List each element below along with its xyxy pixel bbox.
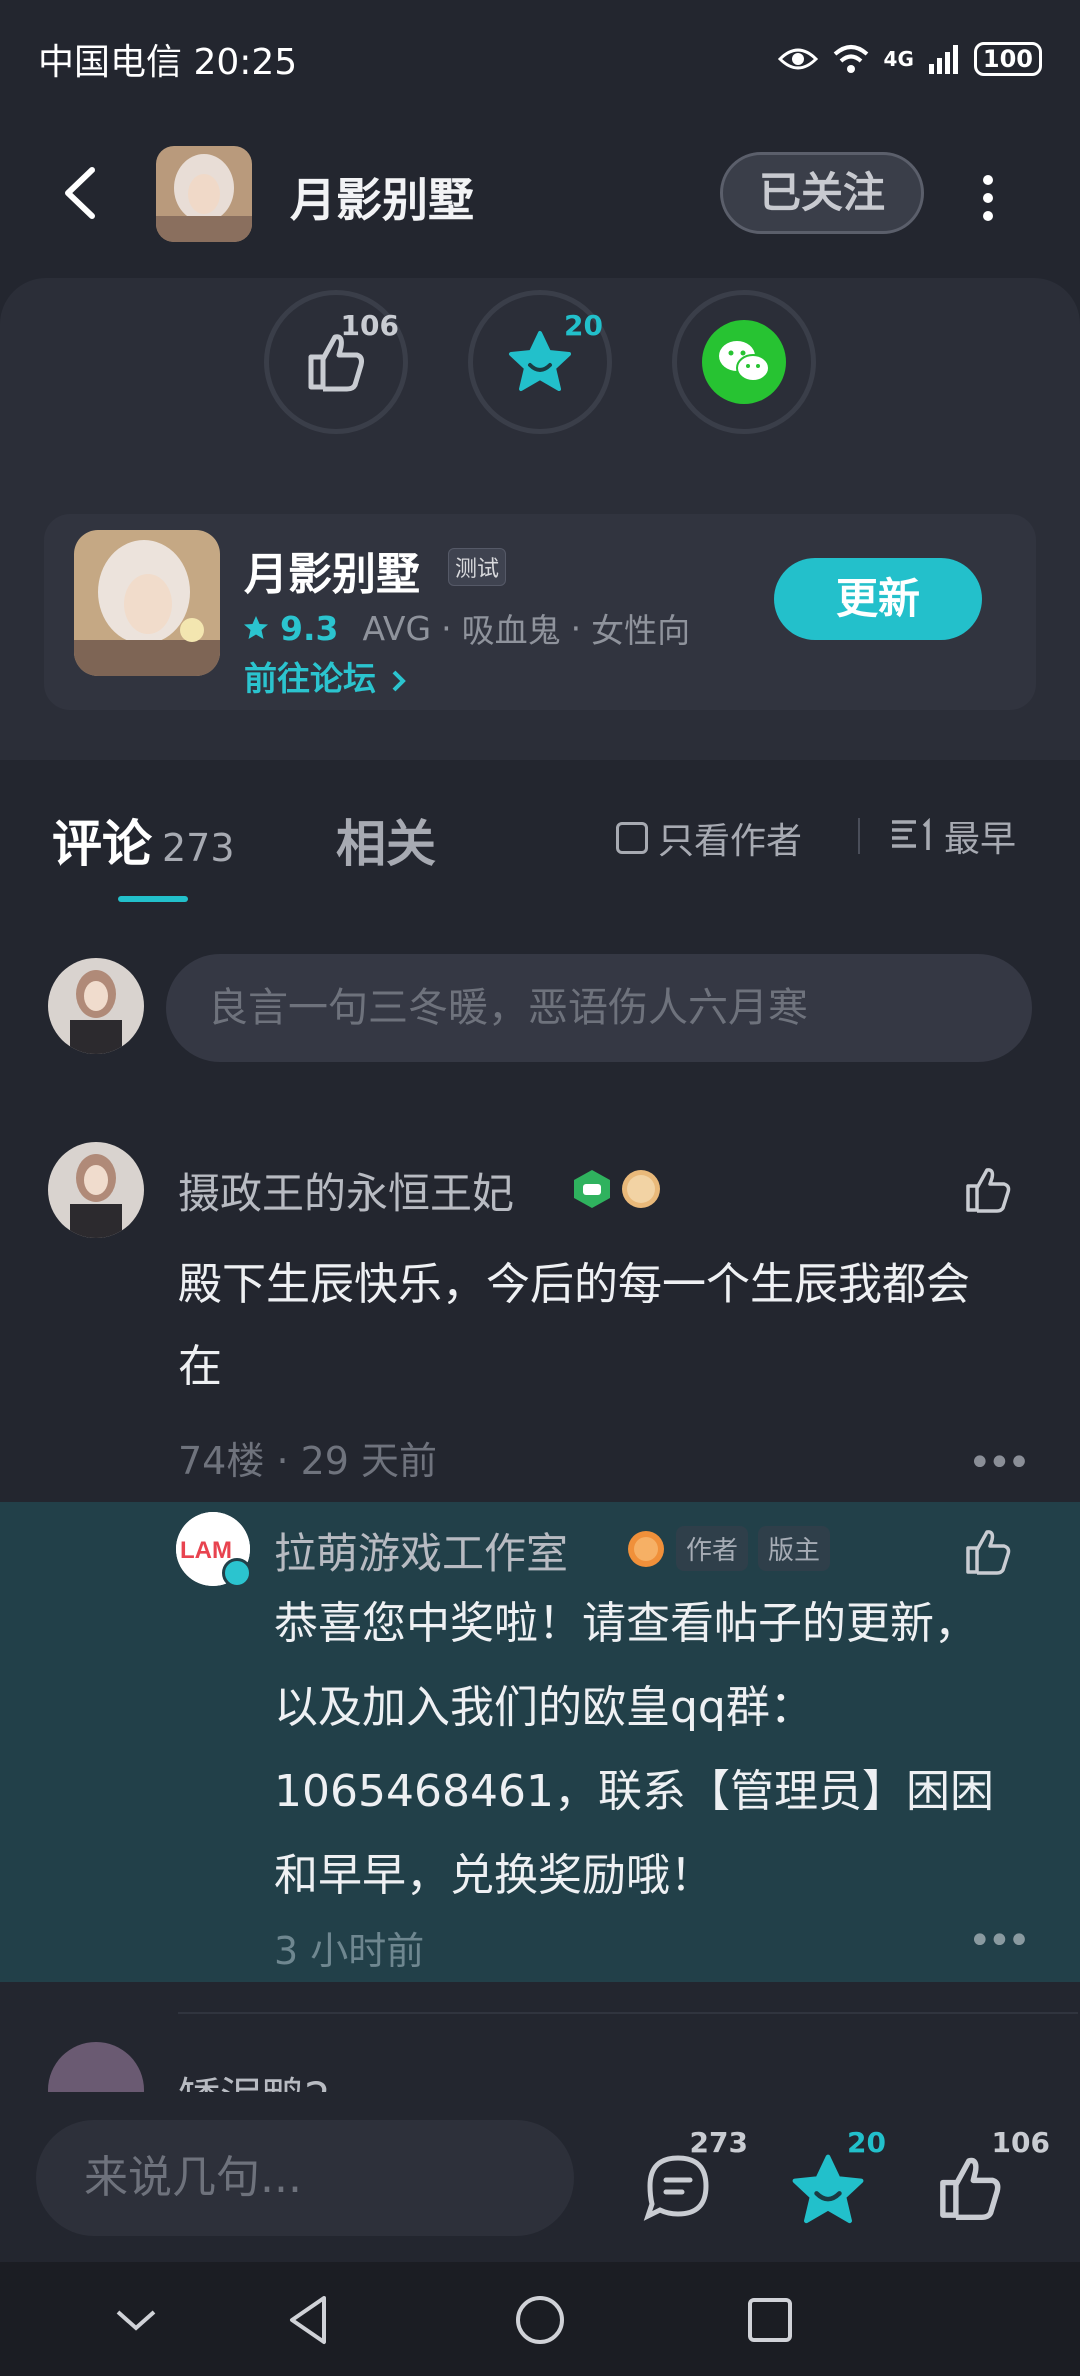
- reply-item: LAM 拉萌游戏工作室 作者 版主 恭喜您中奖啦！请查看帖子的更新，以及加入我们…: [0, 1502, 1080, 1982]
- system-nav-bar: [0, 2262, 1080, 2376]
- recents-square-icon[interactable]: [740, 2290, 800, 2350]
- thumbs-up-icon[interactable]: [962, 1526, 1014, 1578]
- avatar[interactable]: [48, 1142, 144, 1238]
- thumbs-up-icon: [940, 2157, 1001, 2221]
- top-nav: 月影别墅 已关注: [0, 128, 1080, 260]
- home-circle-icon[interactable]: [510, 2290, 570, 2350]
- comment-icon: [643, 2155, 709, 2221]
- chevron-right-icon: [392, 670, 406, 691]
- bottom-action-bar: 来说几句... 273 20 106: [0, 2092, 1080, 2262]
- test-badge: 测试: [448, 548, 507, 586]
- tab-related[interactable]: 相关: [336, 804, 436, 876]
- game-tag: 女性向: [591, 611, 691, 650]
- game-name: 月影别墅: [244, 549, 420, 600]
- page-title: 月影别墅: [290, 173, 474, 227]
- tag-separator: ·: [441, 608, 452, 648]
- eye-icon: [777, 48, 818, 70]
- next-comment-username[interactable]: 矮泥鸭2: [178, 2064, 331, 2092]
- network-type: 4G: [883, 47, 914, 71]
- comment-count: 273: [162, 826, 235, 870]
- star-button[interactable]: 20: [776, 2126, 896, 2236]
- divider: [178, 2012, 1078, 2014]
- carrier-time: 中国电信 20:25: [38, 42, 298, 83]
- comment-username[interactable]: 摄政王的永恒王妃: [178, 1160, 514, 1221]
- reply-username[interactable]: 拉萌游戏工作室: [274, 1520, 568, 1581]
- meta-separator: ·: [276, 1439, 301, 1483]
- tab-active-indicator: [118, 896, 188, 902]
- verified-icon: [222, 1558, 252, 1588]
- user-badges: [572, 1168, 662, 1210]
- comments-button[interactable]: 273: [628, 2126, 748, 2236]
- avatar[interactable]: [48, 2042, 144, 2092]
- update-button[interactable]: 更新: [774, 558, 982, 640]
- like-count: 106: [991, 2126, 1050, 2159]
- game-badge-icon: [574, 1170, 610, 1208]
- like-button[interactable]: 106: [924, 2126, 1050, 2236]
- game-rating: 9.3: [280, 608, 339, 648]
- comment-text: 殿下生辰快乐，今后的每一个生辰我都会在: [178, 1259, 970, 1392]
- wechat-share-button[interactable]: [672, 290, 816, 434]
- like-count: 106: [340, 309, 399, 342]
- post-action-panel: 106 20 月影别墅 测试 9.3 AVG · 吸血鬼 · 女性向 前往论坛 …: [0, 278, 1080, 760]
- comment-meta: 74楼 · 29 天前: [178, 1430, 437, 1485]
- comment-tabs: 评论 273 相关 只看作者 最早: [0, 770, 1080, 902]
- star-count: 20: [564, 309, 603, 342]
- game-tag: 吸血鬼: [461, 611, 561, 650]
- signal-icon: [928, 45, 958, 74]
- comment-input[interactable]: 良言一句三冬暖，恶语伤人六月寒: [166, 954, 1032, 1062]
- forum-link[interactable]: 前往论坛: [244, 652, 410, 700]
- level-badge-icon: [628, 1530, 664, 1567]
- comment-more-icon[interactable]: •••: [968, 1440, 1031, 1486]
- follow-button[interactable]: 已关注: [720, 152, 924, 234]
- back-arrow-icon[interactable]: [52, 158, 112, 228]
- level-badge-icon: [622, 1170, 660, 1208]
- divider: [858, 818, 860, 854]
- tab-comments-label: 评论: [52, 815, 152, 873]
- status-icons: 4G 100: [777, 42, 1042, 76]
- comment-time: 29 天前: [300, 1439, 438, 1483]
- user-badges: 作者 版主: [626, 1526, 831, 1571]
- moderator-tag: 版主: [758, 1526, 831, 1571]
- more-options-icon[interactable]: [968, 168, 1008, 228]
- author-tag: 作者: [676, 1526, 749, 1571]
- author-only-filter[interactable]: 只看作者: [616, 812, 802, 864]
- sort-label: 最早: [944, 819, 1017, 860]
- author-only-label: 只看作者: [658, 821, 803, 862]
- star-action-button[interactable]: 20: [468, 290, 612, 434]
- tab-comments[interactable]: 评论 273: [52, 804, 235, 876]
- thumbs-up-icon[interactable]: [962, 1164, 1014, 1216]
- reply-time: 3 小时前: [274, 1929, 425, 1973]
- bottom-comment-input[interactable]: 来说几句...: [36, 2120, 574, 2236]
- wechat-icon: [702, 320, 786, 404]
- rating-star-icon: [244, 616, 268, 639]
- comment-count: 273: [689, 2126, 748, 2159]
- tag-separator: ·: [570, 608, 582, 648]
- status-bar: 中国电信 20:25 4G 100: [0, 0, 1080, 118]
- sort-icon: [892, 818, 930, 850]
- star-icon: [792, 2154, 864, 2224]
- like-action-button[interactable]: 106: [264, 290, 408, 434]
- reply-more-icon[interactable]: •••: [968, 1918, 1031, 1964]
- forum-link-label: 前往论坛: [244, 659, 376, 698]
- star-count: 20: [847, 2126, 886, 2159]
- svg-text:LAM: LAM: [180, 1537, 232, 1564]
- game-meta: 9.3 AVG · 吸血鬼 · 女性向: [242, 604, 690, 652]
- back-triangle-icon[interactable]: [280, 2290, 340, 2350]
- wifi-icon: [833, 45, 868, 73]
- game-tag: AVG: [362, 608, 432, 648]
- comment-floor: 74楼: [178, 1439, 265, 1483]
- current-user-avatar[interactable]: [48, 958, 144, 1054]
- game-card[interactable]: 月影别墅 测试 9.3 AVG · 吸血鬼 · 女性向 前往论坛 更新: [44, 514, 1036, 710]
- chevron-down-icon[interactable]: [106, 2290, 166, 2350]
- game-avatar[interactable]: [156, 146, 252, 242]
- list-item: 矮泥鸭2: [0, 2020, 1080, 2092]
- reply-text: 恭喜您中奖啦！请查看帖子的更新，以及加入我们的欧皇qq群：1065468461，…: [274, 1598, 994, 1901]
- author-only-checkbox[interactable]: [616, 822, 648, 854]
- sort-toggle[interactable]: 最早: [890, 810, 1016, 862]
- game-icon: [74, 530, 220, 676]
- battery-indicator: 100: [973, 42, 1042, 76]
